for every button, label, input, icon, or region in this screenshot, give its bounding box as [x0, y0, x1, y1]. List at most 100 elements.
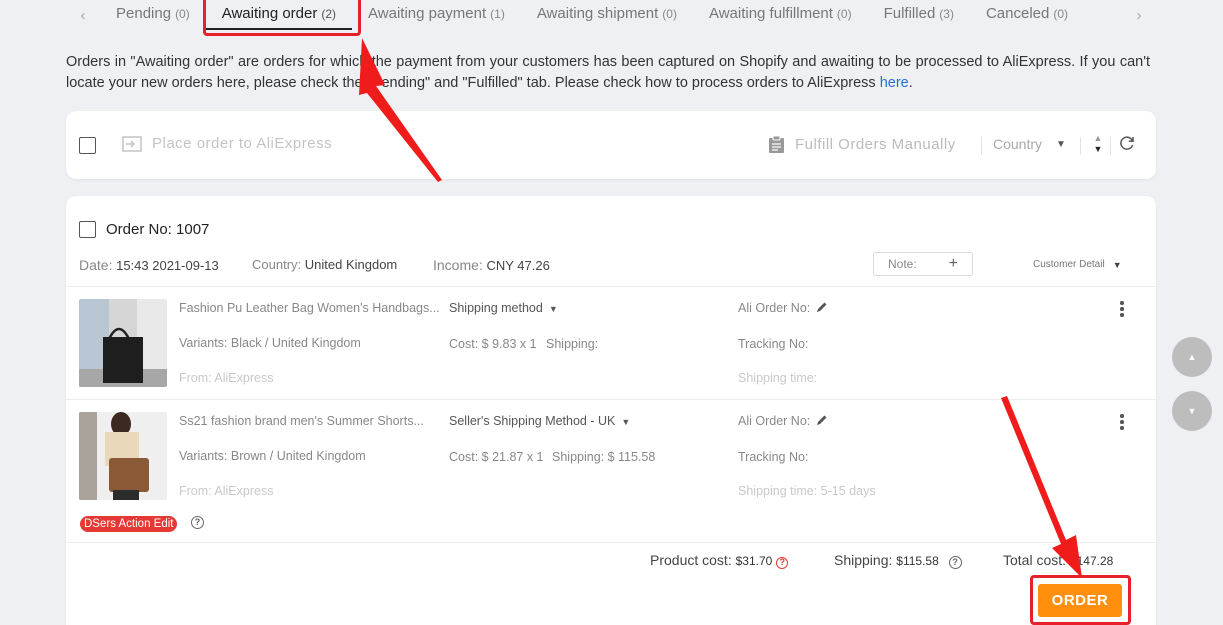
product-image[interactable] — [79, 299, 167, 387]
tab-count: (0) — [1053, 7, 1069, 21]
pencil-icon[interactable] — [816, 301, 828, 316]
fulfill-manually-label: Fulfill Orders Manually — [795, 136, 956, 153]
order-number: Order No: 1007 — [106, 221, 210, 238]
total-cost-value: $147.28 — [1069, 554, 1114, 568]
tabs-prev-arrow-icon[interactable]: ‹ — [66, 7, 100, 24]
item-cost: Cost: $ 21.87 x 1 — [449, 450, 544, 464]
divider — [66, 542, 1156, 543]
product-title[interactable]: Fashion Pu Leather Bag Women's Handbags.… — [179, 301, 440, 315]
warning-help-icon[interactable]: ? — [776, 557, 789, 569]
add-note-button[interactable]: Note: + — [873, 252, 973, 276]
plus-icon: + — [948, 255, 958, 272]
tab-label: Canceled — [985, 5, 1050, 22]
divider — [1110, 137, 1111, 155]
tab-label: Pending — [116, 5, 172, 22]
scroll-bottom-button[interactable]: ▼ — [1172, 391, 1212, 431]
help-link[interactable]: here — [880, 75, 909, 91]
shipping-method-label: Shipping method — [449, 301, 543, 315]
note-label: Note: — [888, 257, 917, 271]
tab-count: (3) — [939, 7, 954, 21]
ali-order-no: Ali Order No: — [738, 301, 828, 316]
scroll-top-button[interactable]: ▲ — [1172, 337, 1212, 377]
caret-up-icon: ▲ — [1187, 352, 1197, 362]
awaiting-order-description: Orders in "Awaiting order" are orders fo… — [66, 52, 1150, 94]
place-order-icon — [122, 135, 142, 152]
product-cost-label: Product cost: — [650, 552, 732, 568]
product-source: From: AliExpress — [179, 371, 274, 385]
country-select[interactable]: Country ▼ — [993, 136, 1066, 152]
tab-pending[interactable]: Pending (0) — [100, 0, 206, 30]
place-order-button[interactable]: Place order to AliExpress — [122, 135, 332, 152]
order-date: Date: 15:43 2021-09-13 — [79, 257, 219, 273]
shipping-total: Shipping: $115.58 ? — [834, 552, 962, 569]
tab-label: Awaiting payment — [368, 5, 487, 22]
more-options-icon[interactable] — [1120, 414, 1124, 432]
order-item: Ss21 fashion brand men's Summer Shorts..… — [66, 400, 1156, 513]
more-options-icon[interactable] — [1120, 301, 1124, 319]
income-value: CNY 47.26 — [486, 258, 550, 273]
caret-down-icon: ▼ — [1056, 138, 1066, 150]
tab-fulfilled[interactable]: Fulfilled (3) — [868, 0, 970, 30]
product-image[interactable] — [79, 412, 167, 500]
tracking-no: Tracking No: — [738, 337, 809, 351]
refresh-icon[interactable] — [1119, 135, 1135, 156]
tab-awaiting-fulfillment[interactable]: Awaiting fulfillment (0) — [693, 0, 868, 30]
product-variants: Variants: Brown / United Kingdom — [179, 449, 366, 463]
date-value: 15:43 2021-09-13 — [116, 258, 219, 273]
product-variants: Variants: Black / United Kingdom — [179, 336, 361, 350]
ali-order-no: Ali Order No: — [738, 414, 828, 429]
dsers-action-badge[interactable]: DSers Action Edit — [80, 516, 178, 532]
tab-label: Awaiting fulfillment — [708, 5, 833, 22]
item-cost: Cost: $ 9.83 x 1 — [449, 337, 537, 351]
description-text: Orders in "Awaiting order" are orders fo… — [66, 54, 1150, 91]
customer-detail-toggle[interactable]: Customer Detail ▼ — [1033, 259, 1122, 270]
product-cost-total: Product cost: $31.70 ? — [650, 552, 789, 569]
help-icon[interactable]: ? — [191, 516, 204, 529]
order-checkbox[interactable] — [79, 221, 96, 238]
select-all-checkbox[interactable] — [79, 137, 96, 154]
sort-down-icon: ▼ — [1093, 144, 1103, 154]
pencil-icon[interactable] — [816, 414, 828, 429]
order-item: Fashion Pu Leather Bag Women's Handbags.… — [66, 287, 1156, 400]
shipping-time: Shipping time: — [738, 371, 818, 385]
divider — [1080, 137, 1081, 155]
tab-highlight-box — [203, 0, 361, 36]
help-icon[interactable]: ? — [948, 556, 962, 569]
caret-down-icon: ▼ — [1187, 406, 1197, 416]
tab-awaiting-shipment[interactable]: Awaiting shipment (0) — [521, 0, 693, 30]
caret-down-icon: ▼ — [1112, 259, 1122, 270]
date-label: Date: — [79, 257, 113, 273]
shipping-method-select[interactable]: Seller's Shipping Method - UK ▼ — [449, 414, 630, 428]
tab-awaiting-payment[interactable]: Awaiting payment (1) — [352, 0, 521, 30]
tabs-next-arrow-icon[interactable]: › — [1122, 7, 1156, 24]
order-country: Country: United Kingdom — [252, 257, 397, 272]
caret-down-icon: ▼ — [548, 304, 558, 314]
bulk-action-bar: Place order to AliExpress Fulfill Orders… — [66, 111, 1156, 179]
item-shipping: Shipping: — [546, 337, 599, 351]
shipping-total-value: $115.58 — [896, 554, 939, 568]
clipboard-icon — [769, 135, 784, 153]
shipping-time: Shipping time: 5-15 days — [738, 484, 876, 498]
tab-count: (0) — [836, 7, 852, 21]
divider — [981, 137, 982, 155]
order-button-highlight-box — [1030, 575, 1131, 625]
tab-count: (0) — [662, 7, 677, 21]
tab-count: (0) — [175, 7, 190, 21]
tab-count: (1) — [490, 7, 505, 21]
caret-down-icon: ▼ — [621, 417, 631, 427]
order-income: Income: CNY 47.26 — [433, 257, 550, 273]
country-select-label: Country — [993, 136, 1043, 152]
fulfill-manually-button[interactable]: Fulfill Orders Manually — [768, 135, 956, 154]
shipping-method-label: Seller's Shipping Method - UK — [449, 414, 616, 428]
order-card: Order No: 1007 Date: 15:43 2021-09-13 Co… — [66, 196, 1156, 625]
shipping-method-select[interactable]: Shipping method ▼ — [449, 301, 558, 315]
sort-toggle[interactable]: ▲ ▼ — [1093, 133, 1103, 155]
total-cost-label: Total cost: — [1003, 552, 1067, 568]
ali-order-label: Ali Order No: — [738, 301, 811, 315]
place-order-label: Place order to AliExpress — [152, 135, 333, 152]
sort-up-icon: ▲ — [1093, 133, 1103, 143]
product-cost-value: $31.70 — [735, 554, 773, 568]
tab-canceled[interactable]: Canceled (0) — [970, 0, 1084, 30]
product-title[interactable]: Ss21 fashion brand men's Summer Shorts..… — [179, 414, 424, 428]
tracking-no: Tracking No: — [738, 450, 809, 464]
